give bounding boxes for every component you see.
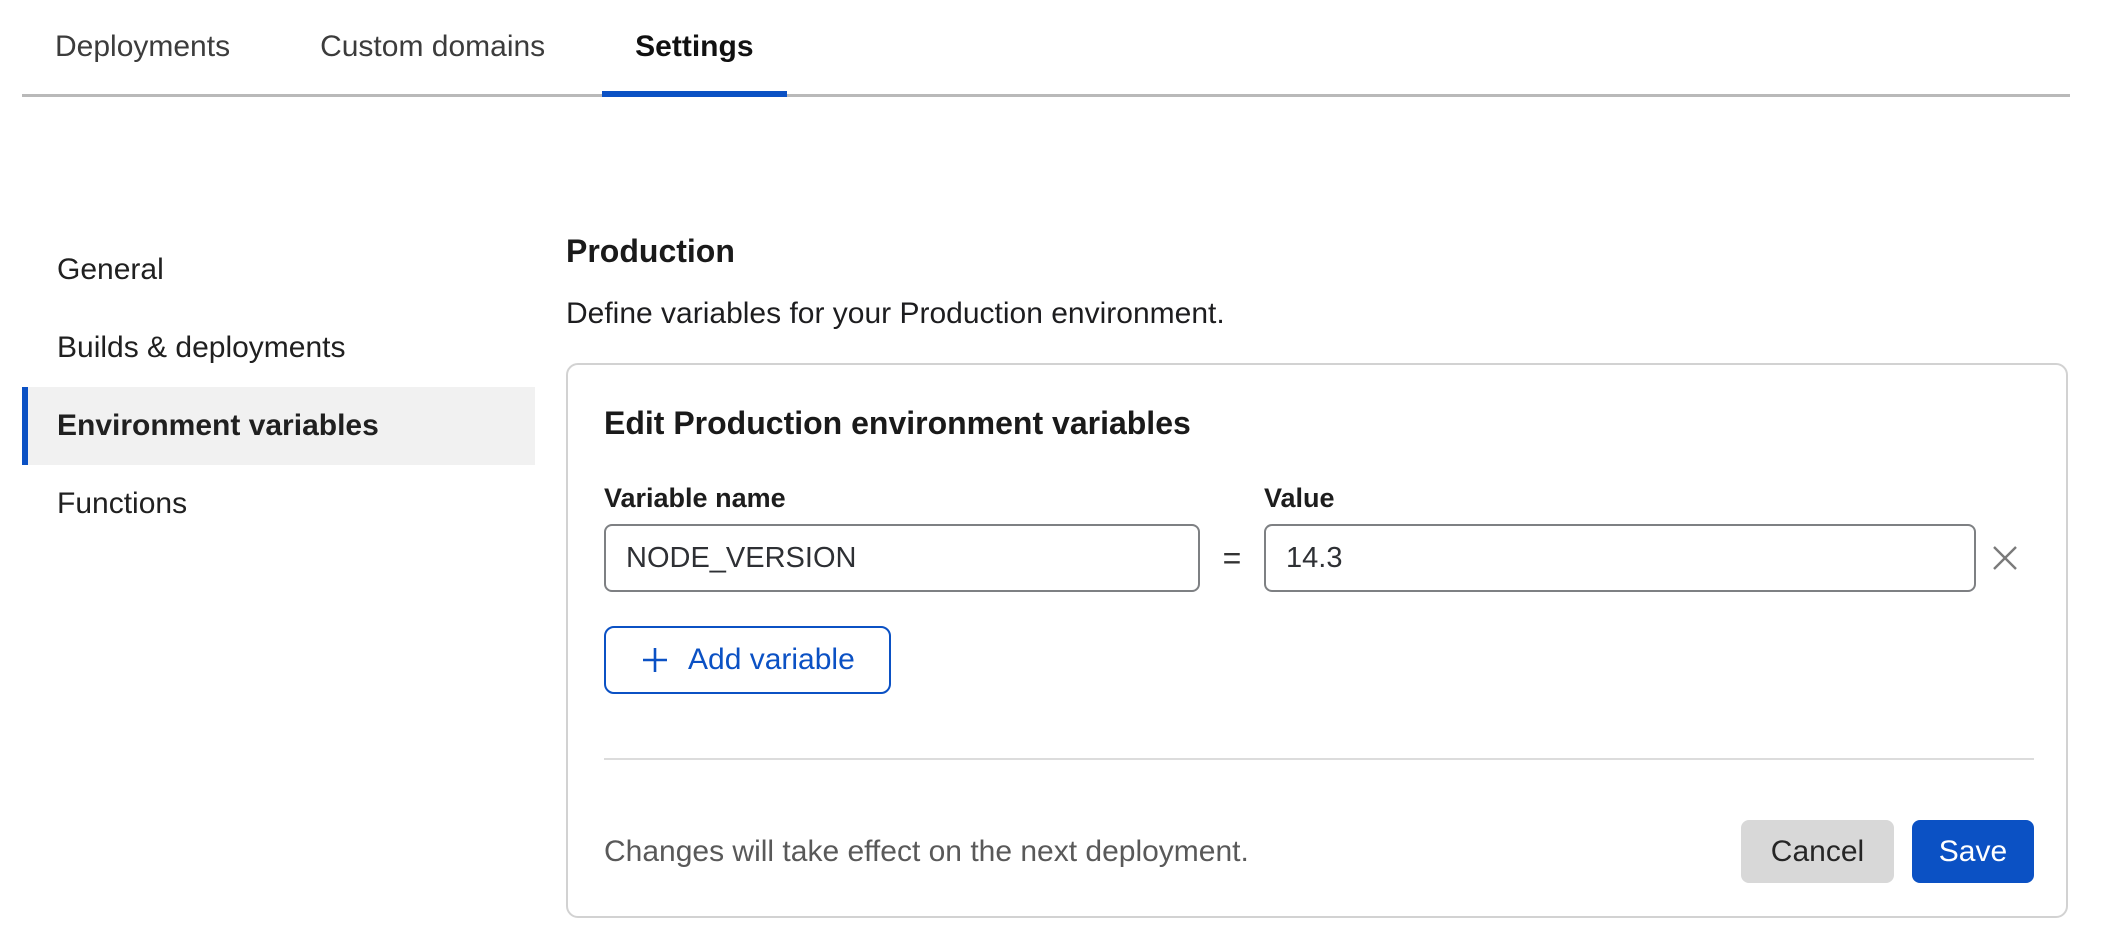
value-label: Value [1264,483,1976,514]
close-icon [1990,543,2020,573]
labels-spacer-right [1976,483,2034,514]
tab-deployments[interactable]: Deployments [22,0,263,94]
settings-sidebar: General Builds & deployments Environment… [22,231,535,543]
tab-bar: Deployments Custom domains Settings [22,0,2070,97]
add-variable-button[interactable]: Add variable [604,626,891,694]
card-footer: Changes will take effect on the next dep… [604,760,2034,883]
page: Deployments Custom domains Settings Gene… [0,0,2121,948]
sidebar-item-environment-variables[interactable]: Environment variables [22,387,535,465]
tab-settings[interactable]: Settings [602,0,786,94]
variable-name-label: Variable name [604,483,1200,514]
remove-variable-cell [1976,543,2034,573]
deployment-note: Changes will take effect on the next dep… [604,835,1741,869]
tab-deployments-label: Deployments [55,30,230,64]
labels-spacer [1200,483,1264,514]
environment-variables-card: Edit Production environment variables Va… [566,363,2068,918]
variable-value-input[interactable] [1264,524,1976,592]
variable-row: = [604,524,2034,592]
sidebar-item-builds-deployments-label: Builds & deployments [57,331,346,365]
sidebar-item-general-label: General [57,253,164,287]
add-variable-label: Add variable [688,643,855,677]
equals-sign: = [1200,540,1264,577]
sidebar-item-functions-label: Functions [57,487,187,521]
section-title: Production [566,233,2068,270]
section-description: Define variables for your Production env… [566,296,2068,331]
plus-icon [640,645,670,675]
variable-name-input[interactable] [604,524,1200,592]
tab-settings-label: Settings [635,30,753,64]
remove-variable-button[interactable] [1990,543,2020,573]
tab-custom-domains-label: Custom domains [320,30,545,64]
save-button[interactable]: Save [1912,820,2034,883]
sidebar-item-environment-variables-label: Environment variables [57,409,379,443]
sidebar-item-builds-deployments[interactable]: Builds & deployments [22,309,535,387]
tab-custom-domains[interactable]: Custom domains [287,0,578,94]
main-content: Production Define variables for your Pro… [566,233,2068,918]
cancel-button[interactable]: Cancel [1741,820,1894,883]
variable-labels-row: Variable name Value [604,483,2034,514]
sidebar-item-functions[interactable]: Functions [22,465,535,543]
card-title: Edit Production environment variables [604,403,2034,443]
sidebar-item-general[interactable]: General [22,231,535,309]
